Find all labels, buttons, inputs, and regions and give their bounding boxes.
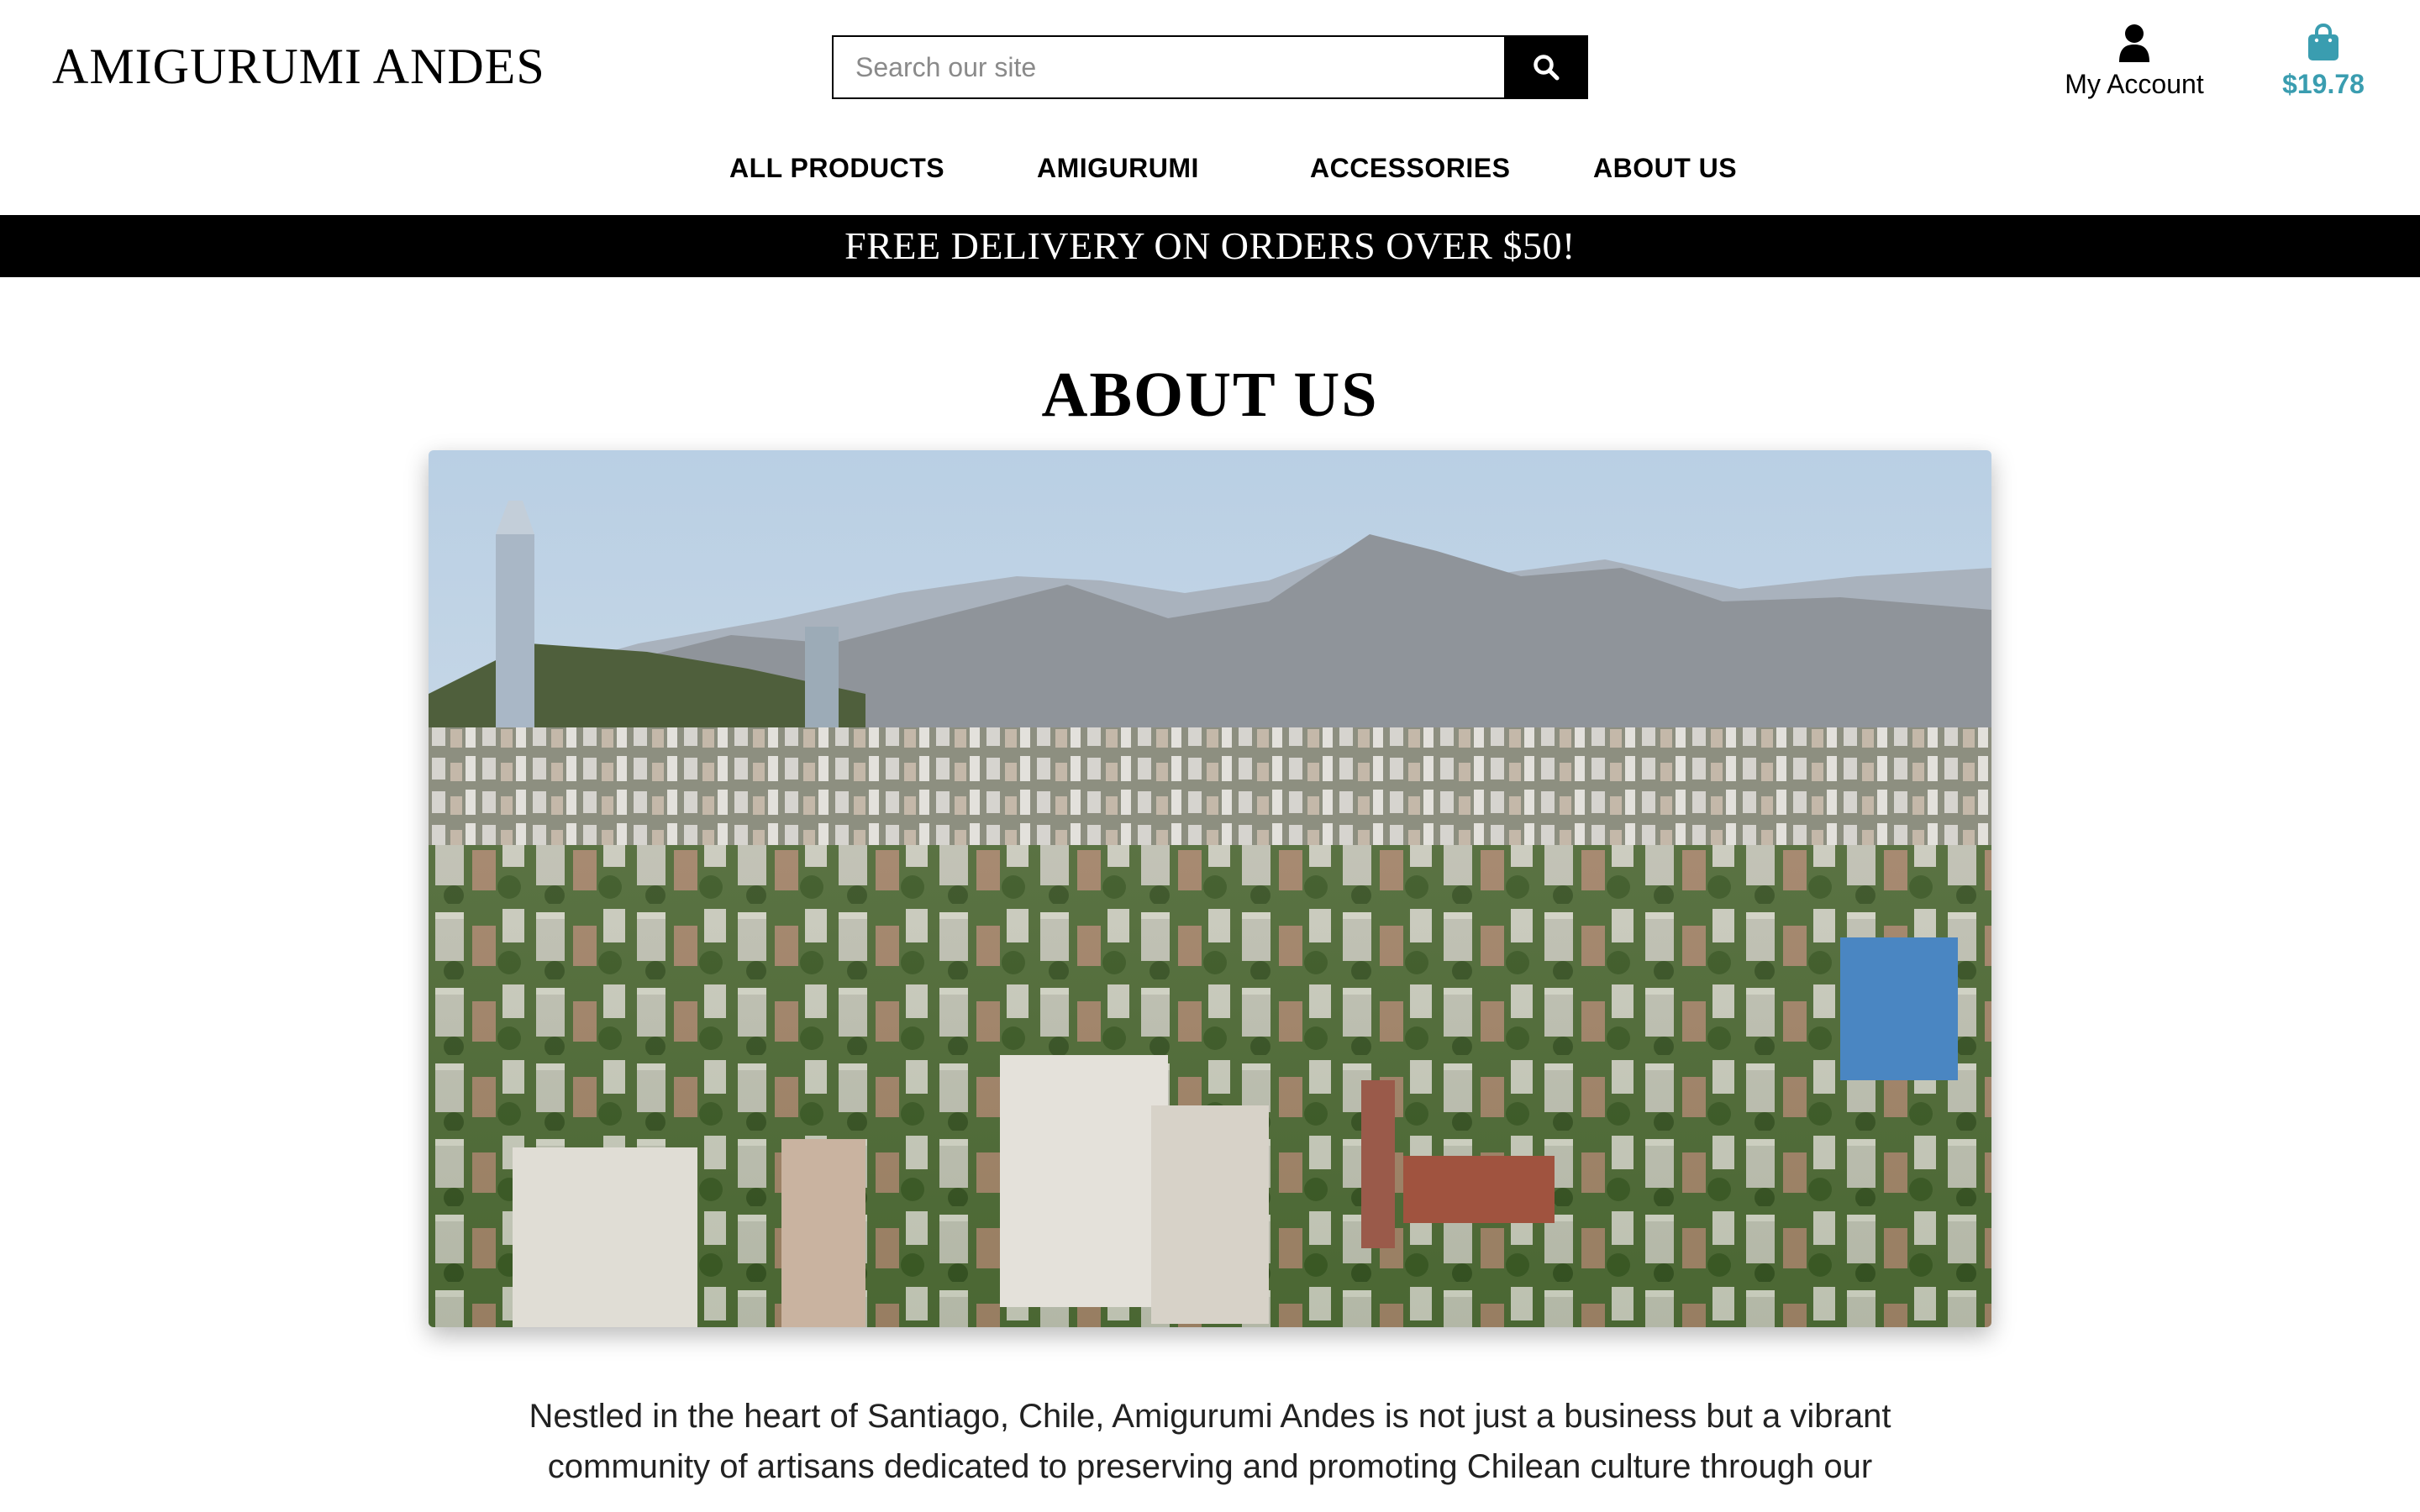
cart-link[interactable]: $19.78 [2269, 24, 2378, 108]
about-intro-text: Nestled in the heart of Santiago, Chile,… [529, 1398, 1891, 1485]
site-logo[interactable]: AMIGURUMI ANDES [52, 37, 545, 96]
nav-item-all-products[interactable]: ALL PRODUCTS [729, 144, 944, 192]
user-icon [2119, 24, 2149, 62]
hero-image [429, 450, 1991, 1327]
cart-total: $19.78 [2282, 69, 2365, 99]
main-nav: ALL PRODUCTS AMIGURUMI ACCESSORIES ABOUT… [0, 144, 2420, 192]
city-skyline-illustration [429, 450, 1991, 1327]
search-input[interactable] [832, 35, 1504, 99]
search-icon [1534, 55, 1560, 81]
nav-item-about-us[interactable]: ABOUT US [1593, 144, 1737, 192]
site-header: AMIGURUMI ANDES My Account $19.78 ALL PR… [0, 0, 2420, 215]
search-button[interactable] [1504, 35, 1588, 99]
page-title: ABOUT US [1041, 360, 1379, 430]
shopping-bag-icon [2308, 24, 2338, 60]
nav-item-amigurumi[interactable]: AMIGURUMI [1037, 144, 1199, 192]
my-account-label: My Account [2065, 69, 2204, 99]
my-account-link[interactable]: My Account [2050, 24, 2218, 108]
nav-item-accessories[interactable]: ACCESSORIES [1310, 144, 1510, 192]
promo-banner: FREE DELIVERY ON ORDERS OVER $50! [0, 215, 2420, 277]
search-form [832, 35, 1588, 99]
